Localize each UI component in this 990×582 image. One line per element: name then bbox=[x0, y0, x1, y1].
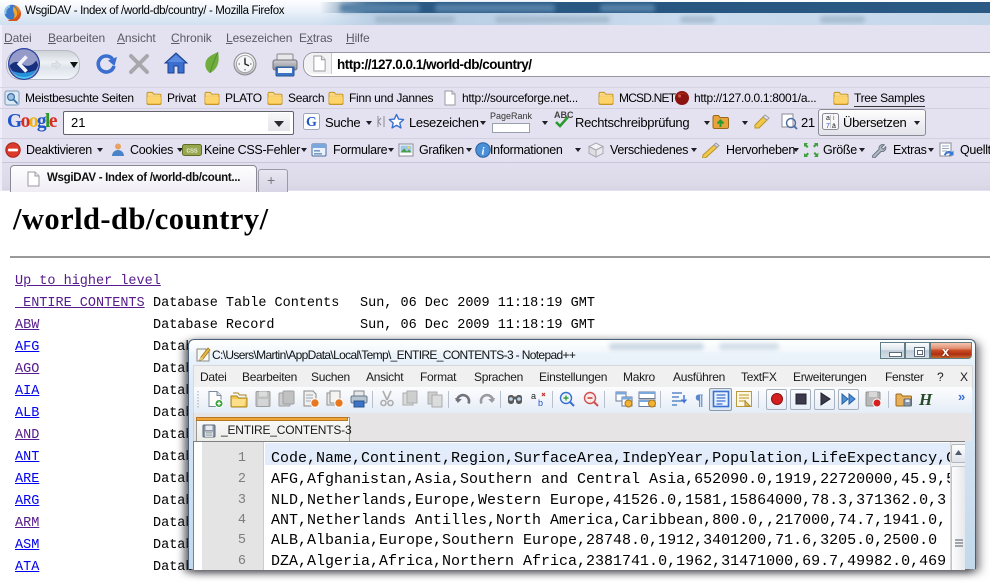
svg-text:a: a bbox=[826, 115, 830, 122]
svg-text:H: H bbox=[918, 390, 933, 408]
svg-text:ä: ä bbox=[832, 123, 836, 130]
svg-text:G: G bbox=[306, 115, 317, 130]
svg-text:¶: ¶ bbox=[695, 392, 704, 408]
svg-text:css: css bbox=[186, 146, 198, 155]
svg-text:a: a bbox=[531, 391, 536, 401]
svg-text:7: 7 bbox=[826, 123, 830, 130]
svg-text:b: b bbox=[538, 398, 543, 408]
